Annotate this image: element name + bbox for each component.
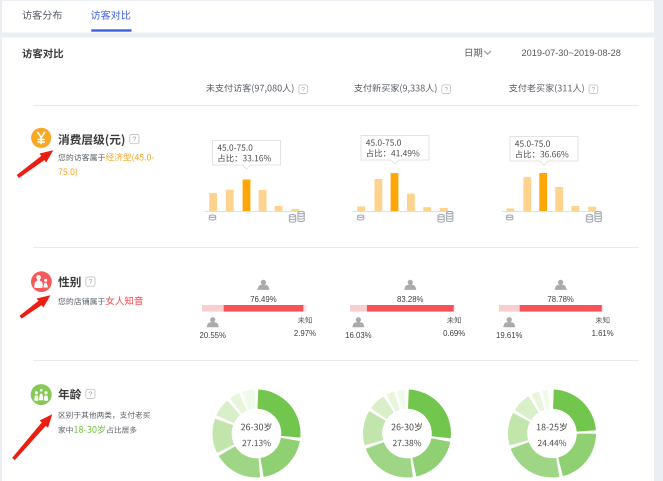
svg-text:1.61%: 1.61% xyxy=(592,329,614,338)
svg-text:2.97%: 2.97% xyxy=(294,329,316,338)
svg-text:?: ? xyxy=(444,87,448,94)
svg-text:16.03%: 16.03% xyxy=(345,331,372,340)
svg-text:?: ? xyxy=(301,87,305,94)
svg-text:?: ? xyxy=(592,87,596,94)
svg-text:0.69%: 0.69% xyxy=(443,329,465,338)
svg-text:83.28%: 83.28% xyxy=(397,295,424,304)
svg-text:20.55%: 20.55% xyxy=(200,331,227,340)
svg-text:?: ? xyxy=(88,279,92,286)
svg-text:19.61%: 19.61% xyxy=(496,331,523,340)
svg-text:78.78%: 78.78% xyxy=(547,295,574,304)
svg-text:?: ? xyxy=(88,392,92,399)
svg-text:?: ? xyxy=(132,137,136,144)
svg-text:76.49%: 76.49% xyxy=(250,295,277,304)
svg-text:2019-07-30~2019-08-28: 2019-07-30~2019-08-28 xyxy=(522,48,621,58)
